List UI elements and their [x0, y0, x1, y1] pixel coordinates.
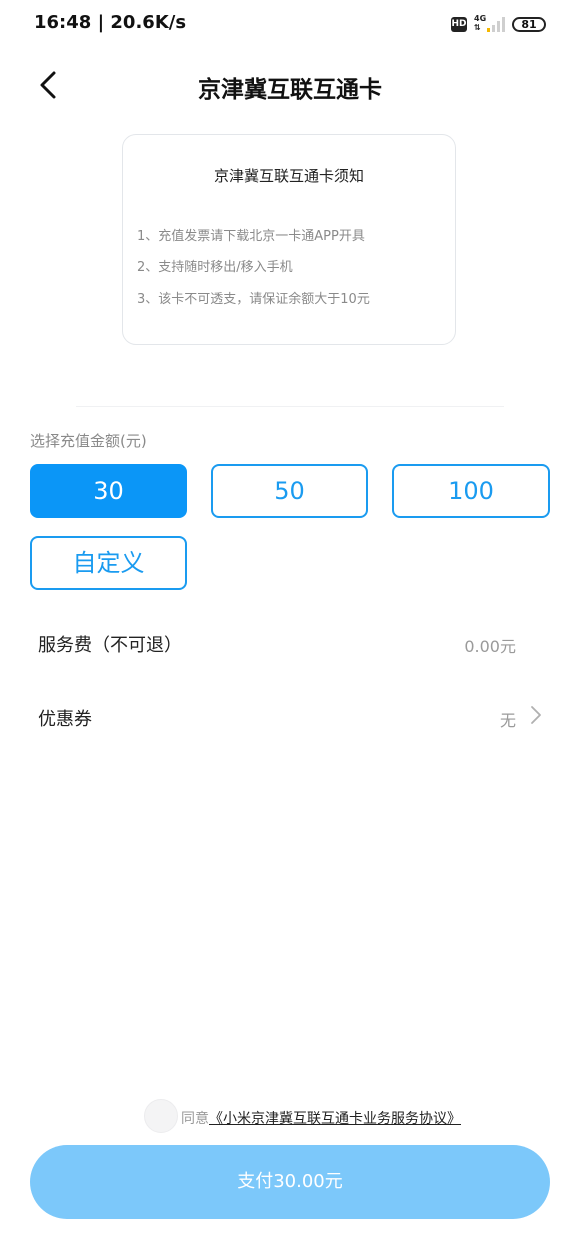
amount-label: 选择充值金额(元)	[30, 432, 147, 450]
battery-indicator: 81	[512, 17, 546, 32]
coupon-value[interactable]: 无	[500, 707, 516, 731]
notice-card: 京津冀互联互通卡须知 1、充值发票请下载北京一卡通APP开具 2、支持随时移出/…	[122, 134, 456, 345]
page-title: 京津冀互联互通卡	[198, 77, 382, 103]
notice-line: 3、该卡不可透支，请保证余额大于10元	[137, 292, 370, 307]
network-label: 4G	[474, 14, 487, 23]
chevron-right-icon[interactable]	[527, 704, 543, 726]
divider	[76, 406, 504, 407]
coupon-label[interactable]: 优惠券	[38, 705, 92, 731]
agreement-text: 同意《小米京津冀互联互通卡业务服务协议》	[181, 1108, 461, 1128]
pay-button[interactable]: 支付30.00元	[30, 1145, 550, 1219]
notice-title: 京津冀互联互通卡须知	[213, 167, 364, 185]
amount-option-custom[interactable]: 自定义	[30, 536, 187, 590]
amount-option-100[interactable]: 100	[392, 464, 550, 518]
service-fee-value: 0.00元	[464, 637, 516, 656]
signal-icon	[487, 17, 505, 32]
agreement-link[interactable]: 《小米京津冀互联互通卡业务服务协议》	[209, 1111, 461, 1127]
status-time: 16:48 | 20.6K/s	[34, 12, 187, 33]
hd-icon: HD	[451, 17, 467, 32]
service-fee-label: 服务费（不可退）	[38, 635, 182, 656]
notice-line: 2、支持随时移出/移入手机	[137, 260, 293, 275]
agree-checkbox[interactable]	[144, 1099, 178, 1133]
agreement-prefix: 同意	[181, 1111, 209, 1127]
network-type: 4G ⇅	[474, 14, 487, 32]
amount-option-50[interactable]: 50	[211, 464, 368, 518]
notice-line: 1、充值发票请下载北京一卡通APP开具	[137, 229, 365, 244]
amount-option-30[interactable]: 30	[30, 464, 187, 518]
